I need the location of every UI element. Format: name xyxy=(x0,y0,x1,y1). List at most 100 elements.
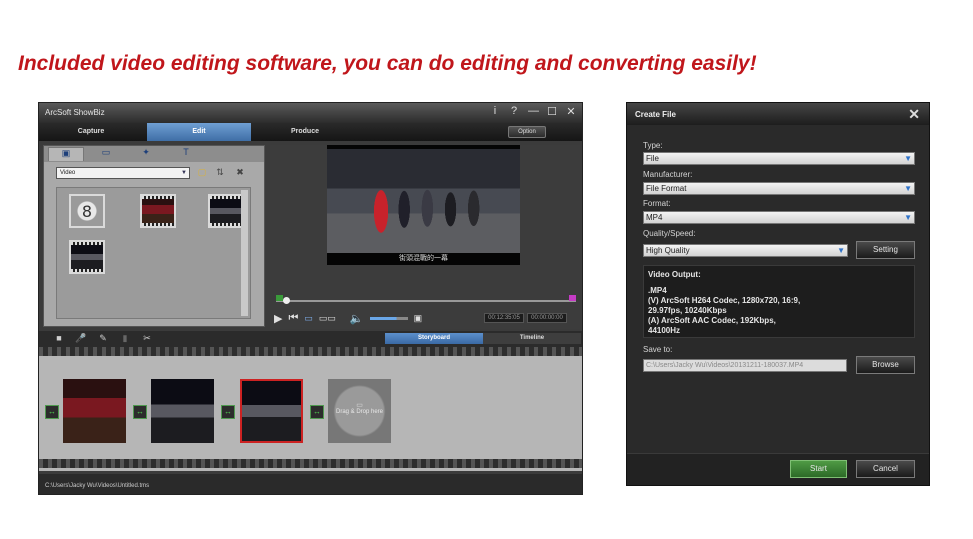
countdown-number: 8 xyxy=(81,202,93,221)
transport-controls: ▶ ⏮ ▭ ▭▭ 🔈 ▣ 00:12:35:05 00:00:00:00 xyxy=(274,310,578,326)
tab-timeline[interactable]: Timeline xyxy=(483,333,581,344)
red-scene-thumbnail[interactable] xyxy=(140,194,176,228)
dark-scene-thumbnail[interactable] xyxy=(208,194,244,228)
type-select[interactable]: File ▼ xyxy=(643,152,915,165)
minimize-icon[interactable]: — xyxy=(528,105,539,118)
preview-frame-image xyxy=(327,149,520,253)
output-line: .MP4 xyxy=(648,286,667,295)
main-tab-bar: Capture Edit Produce xyxy=(39,123,582,141)
tab-storyboard[interactable]: Storyboard xyxy=(385,333,483,344)
showbiz-titlebar: ArcSoft ShowBiz i ? — ☐ ✕ xyxy=(39,103,582,123)
effects-icon[interactable]: ✦ xyxy=(128,147,164,161)
trim-icon[interactable]: ✂ xyxy=(141,333,153,344)
video-output-box: Video Output: .MP4 (V) ArcSoft H264 Code… xyxy=(643,265,915,338)
fullscreen-icon[interactable]: ▣ xyxy=(414,313,423,324)
seek-knob[interactable] xyxy=(283,297,290,304)
status-bar: C:\Users\Jacky Wu\Videos\Untitled.tms xyxy=(39,474,582,494)
quality-select[interactable]: High Quality ▼ xyxy=(643,244,848,257)
dialog-titlebar: Create File ✕ xyxy=(627,103,929,125)
video-subtitle: 街頭混戰的一幕 xyxy=(399,255,448,262)
film-perforation xyxy=(210,223,242,226)
browse-button[interactable]: Browse xyxy=(856,356,915,374)
library-tab-bar: ▣ ▭ ✦ T xyxy=(44,146,264,162)
mark-out-handle[interactable] xyxy=(569,295,576,301)
trash-icon[interactable]: ✖ xyxy=(234,167,246,178)
previous-frame-icon[interactable]: ⏮ xyxy=(288,312,298,325)
library-category-value: Video xyxy=(60,170,76,176)
library-scrollbar[interactable] xyxy=(241,190,248,316)
drag-drop-target[interactable]: ▭ Drag & Drop here xyxy=(328,379,391,443)
cancel-button[interactable]: Cancel xyxy=(856,460,915,478)
film-perforation xyxy=(71,242,103,245)
transition-slot[interactable]: ↔ xyxy=(45,405,59,419)
media-library-icon[interactable]: ▣ xyxy=(48,147,84,161)
seek-bar[interactable] xyxy=(276,295,576,305)
format-select[interactable]: MP4 ▼ xyxy=(643,211,915,224)
manufacturer-select[interactable]: File Format ▼ xyxy=(643,182,915,195)
video-preview: 街頭混戰的一幕 xyxy=(327,145,520,265)
film-perforation xyxy=(142,196,174,199)
save-path-field[interactable]: C:\Users\Jacky Wu\Videos\20131211-180037… xyxy=(643,359,847,372)
play-icon[interactable]: ▶ xyxy=(274,312,282,325)
trash-icon[interactable]: ■ xyxy=(53,333,65,343)
storyboard-clip[interactable] xyxy=(63,379,126,443)
storyboard-clip-selected[interactable] xyxy=(240,379,303,443)
tab-edit[interactable]: Edit xyxy=(147,123,251,141)
manufacturer-value: File Format xyxy=(646,184,687,193)
window-title: ArcSoft ShowBiz xyxy=(45,108,105,117)
library-category-select[interactable]: Video ▼ xyxy=(56,167,190,179)
current-timecode: 00:12:35:05 xyxy=(484,313,524,323)
manufacturer-label: Manufacturer: xyxy=(643,170,693,179)
format-value: MP4 xyxy=(646,213,663,222)
text-icon[interactable]: T xyxy=(168,147,204,161)
edit-clip-icon[interactable]: ✎ xyxy=(97,333,109,344)
film-strip-bottom xyxy=(39,459,582,468)
microphone-icon[interactable]: 🎤 xyxy=(75,333,87,344)
split-icon[interactable]: ▮ xyxy=(119,333,131,344)
output-line: 29.97fps, 10240Kbps xyxy=(648,306,727,315)
mark-in-handle[interactable] xyxy=(276,295,283,301)
dialog-footer: Start Cancel xyxy=(627,453,929,485)
transition-slot[interactable]: ↔ xyxy=(221,405,235,419)
help-icon[interactable]: ? xyxy=(509,105,519,118)
type-value: File xyxy=(646,154,659,163)
volume-icon[interactable]: 🔈 xyxy=(350,312,364,325)
preview-panel: 街頭混戰的一幕 ▶ ⏮ ▭ ▭▭ 🔈 ▣ 00:12:35:05 00:00:0… xyxy=(270,145,580,329)
folder-icon[interactable]: ▢ xyxy=(196,167,208,178)
storyboard-clip[interactable] xyxy=(151,379,214,443)
output-line: (V) ArcSoft H264 Codec, 1280x720, 16:9, xyxy=(648,296,801,305)
window-controls: i ? — ☐ ✕ xyxy=(490,105,576,118)
setting-button[interactable]: Setting xyxy=(856,241,915,259)
storyboard-area: ↔ ↔ ↔ ↔ ▭ Drag & Drop here xyxy=(39,347,582,471)
close-icon[interactable]: ✕ xyxy=(908,106,920,123)
volume-slider[interactable] xyxy=(369,316,408,320)
transition-slot[interactable]: ↔ xyxy=(133,405,147,419)
dialog-title: Create File xyxy=(635,110,676,119)
info-icon[interactable]: i xyxy=(490,105,500,118)
media-thumbnail-grid: 8 xyxy=(56,187,251,319)
transition-slot[interactable]: ↔ xyxy=(310,405,324,419)
aspect-16-9-icon[interactable]: ▭▭ xyxy=(319,313,336,324)
start-button[interactable]: Start xyxy=(790,460,847,478)
sort-icon[interactable]: ⇅ xyxy=(214,167,226,178)
project-path: C:\Users\Jacky Wu\Videos\Untitled.tms xyxy=(45,483,150,489)
video-output-heading: Video Output: xyxy=(648,270,701,279)
countdown-thumbnail[interactable]: 8 xyxy=(69,194,105,228)
chevron-down-icon: ▼ xyxy=(904,184,912,193)
film-perforation xyxy=(210,196,242,199)
showbiz-window: ArcSoft ShowBiz i ? — ☐ ✕ Capture Edit P… xyxy=(38,102,583,495)
quality-label: Quality/Speed: xyxy=(643,229,696,238)
film-perforation xyxy=(142,223,174,226)
film-strip-top xyxy=(39,347,582,356)
total-timecode: 00:00:00:00 xyxy=(527,313,567,323)
drop-here-label: Drag & Drop here xyxy=(335,409,384,415)
tab-capture[interactable]: Capture xyxy=(39,123,143,141)
aspect-4-3-icon[interactable]: ▭ xyxy=(304,313,313,324)
transition-icon[interactable]: ▭ xyxy=(88,147,124,161)
close-icon[interactable]: ✕ xyxy=(566,105,576,118)
street-scene-thumbnail[interactable] xyxy=(69,240,105,274)
tab-produce[interactable]: Produce xyxy=(253,123,357,141)
option-button[interactable]: Option xyxy=(508,126,546,138)
storyboard-toolbar: ■ 🎤 ✎ ▮ ✂ Storyboard Timeline xyxy=(39,331,582,347)
maximize-icon[interactable]: ☐ xyxy=(547,105,557,118)
